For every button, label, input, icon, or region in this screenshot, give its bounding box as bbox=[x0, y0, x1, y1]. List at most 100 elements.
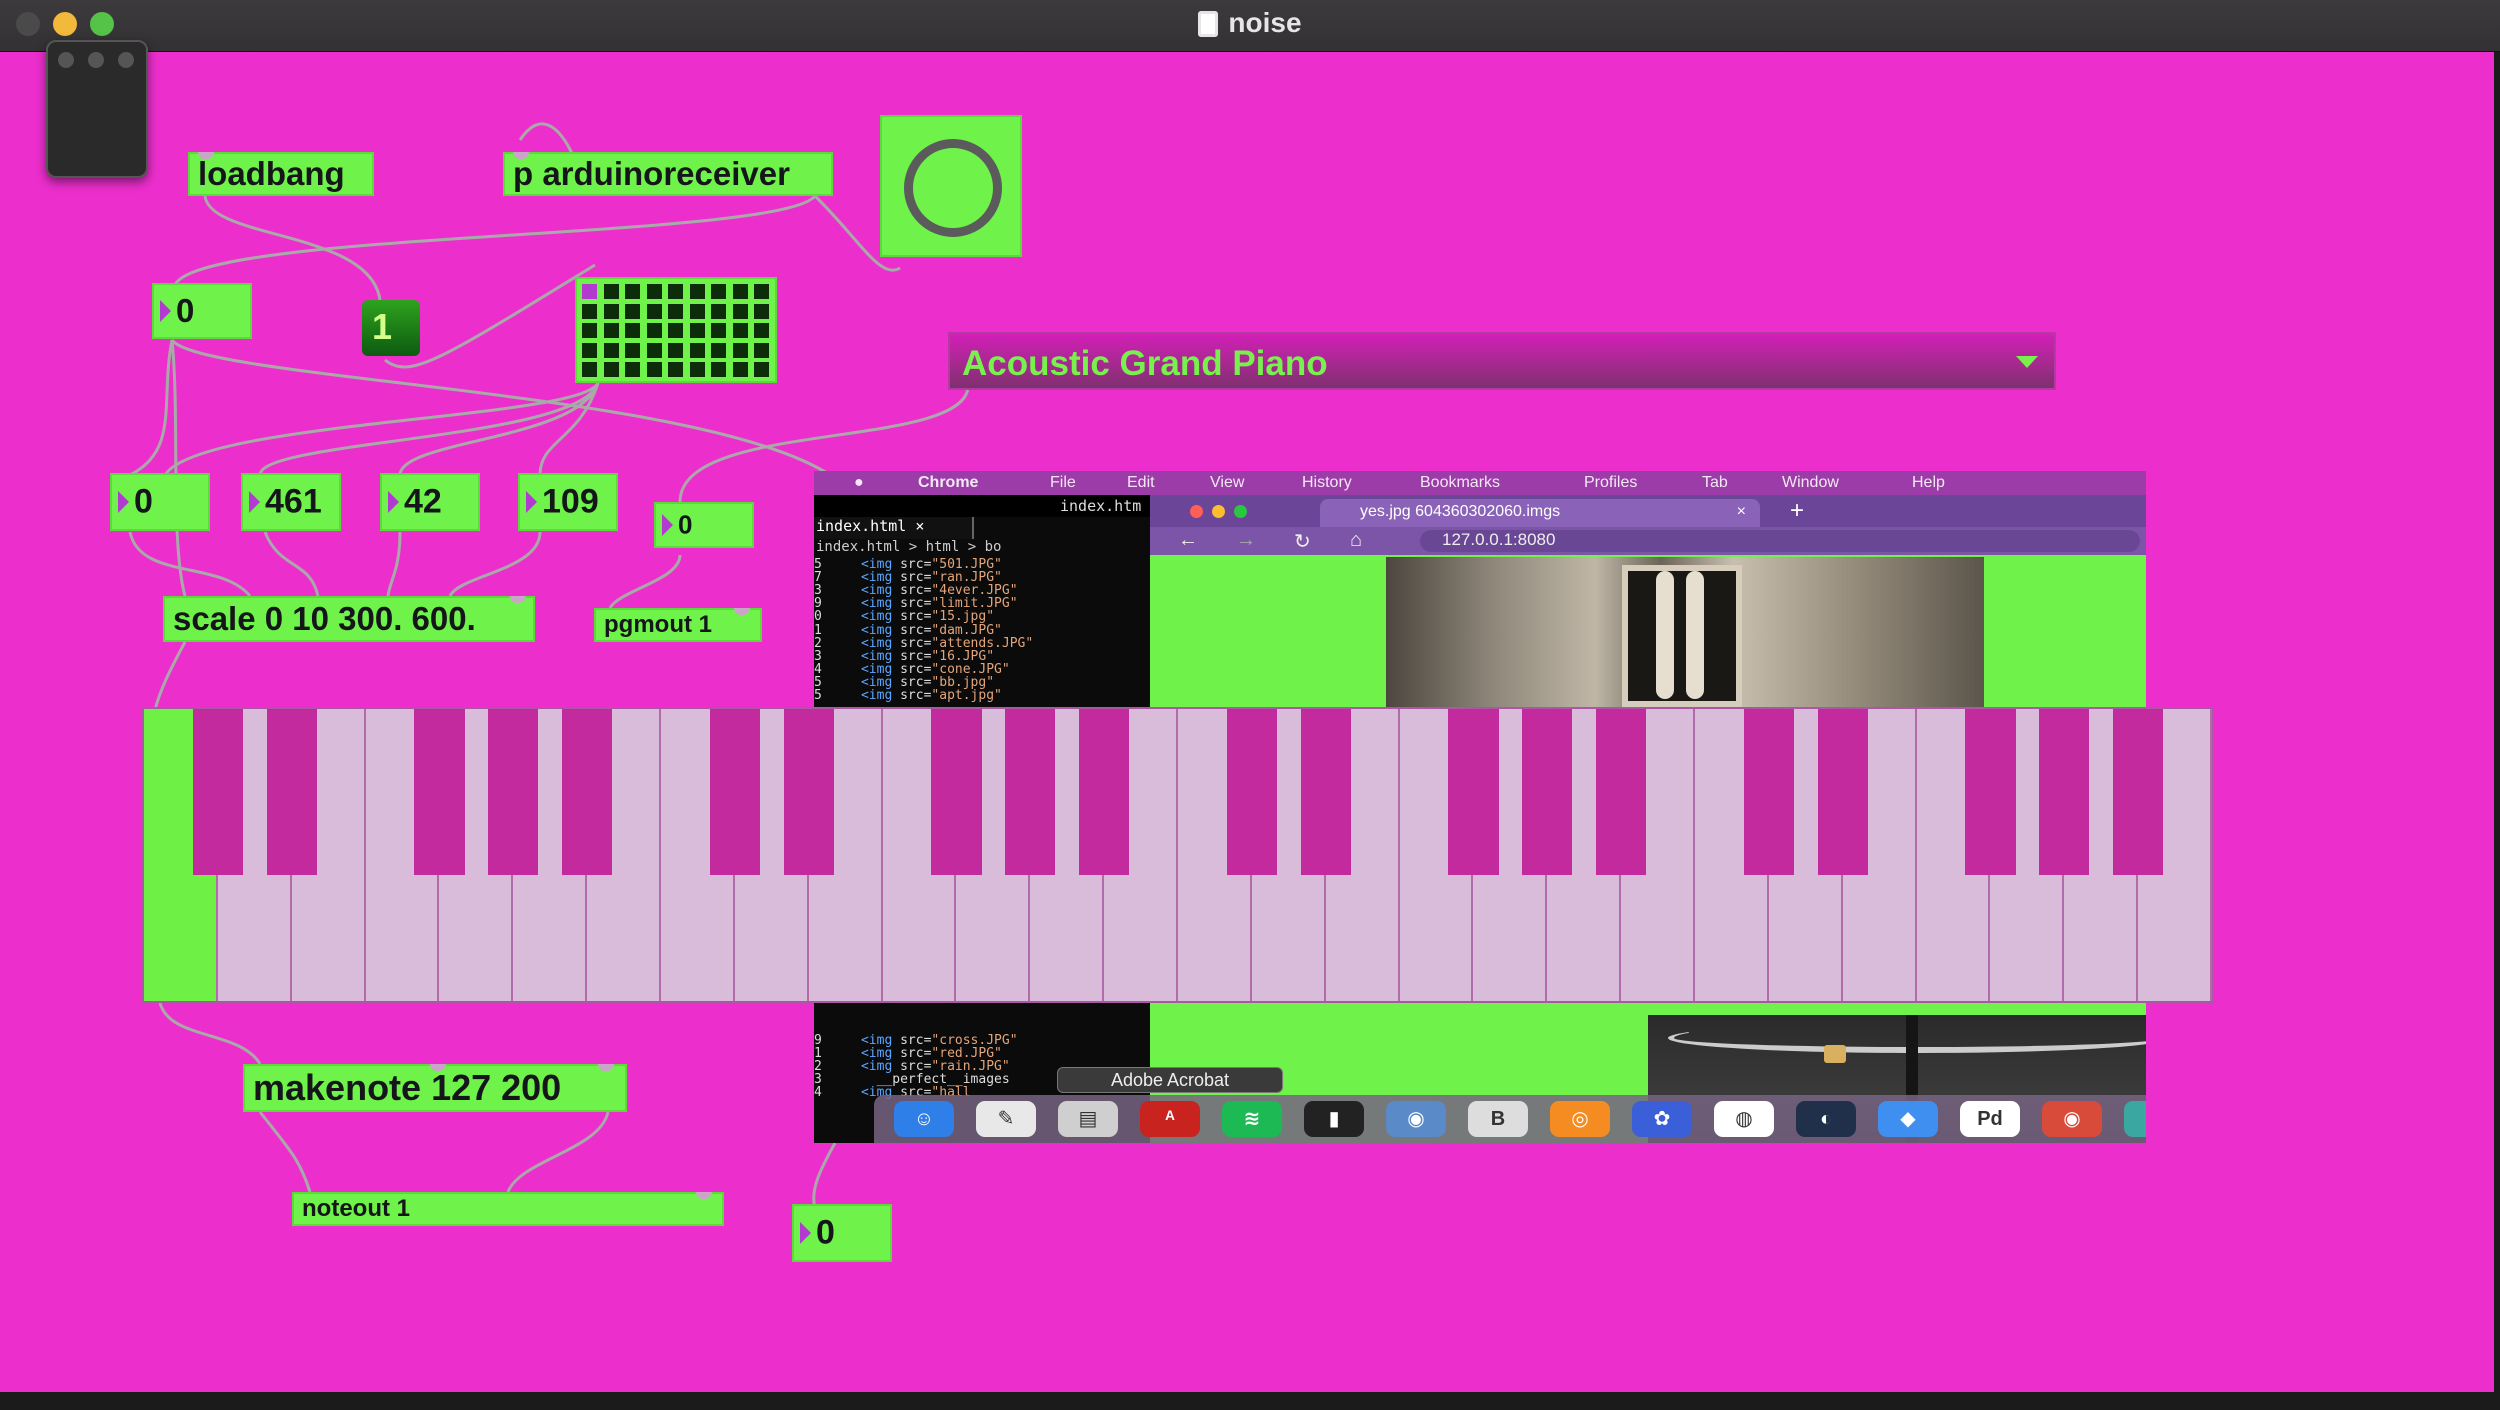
black-key[interactable] bbox=[192, 709, 243, 875]
matrix-cell[interactable] bbox=[668, 303, 683, 319]
breadcrumb-text: index.html > html > bo bbox=[816, 539, 1002, 555]
black-key[interactable] bbox=[709, 709, 760, 875]
matrix-cell[interactable] bbox=[711, 323, 726, 338]
number-box[interactable]: 0 bbox=[110, 473, 210, 531]
arduinoreceiver-subpatch[interactable]: p arduinoreceiver bbox=[503, 152, 833, 196]
matrix-cell[interactable] bbox=[711, 342, 726, 358]
matrix-cell[interactable] bbox=[668, 323, 683, 338]
black-key[interactable] bbox=[414, 709, 465, 875]
title-bar[interactable]: noise bbox=[0, 0, 2500, 52]
code-line: 5 <img src="bb.jpg" bbox=[814, 675, 1150, 690]
loadbang-label: loadbang bbox=[198, 155, 345, 192]
matrix-cell[interactable] bbox=[754, 303, 769, 319]
bang-button[interactable] bbox=[880, 115, 1022, 257]
number-box[interactable]: 42 bbox=[380, 473, 480, 531]
matrix-cell[interactable] bbox=[646, 362, 662, 377]
matrix-cell[interactable] bbox=[732, 284, 748, 299]
button-matrix[interactable] bbox=[575, 277, 777, 383]
matrix-cell[interactable] bbox=[754, 284, 769, 299]
dock-app-glyph: ▮ bbox=[1328, 1108, 1340, 1130]
matrix-cell[interactable] bbox=[582, 303, 597, 319]
black-key[interactable] bbox=[1448, 709, 1499, 875]
matrix-cell[interactable] bbox=[625, 323, 640, 338]
black-key[interactable] bbox=[1522, 709, 1573, 875]
message-one-button[interactable]: 1 bbox=[362, 300, 420, 356]
kslider-keyboard[interactable] bbox=[142, 707, 2214, 1003]
matrix-cell[interactable] bbox=[582, 323, 597, 338]
matrix-cell[interactable] bbox=[689, 323, 705, 338]
floating-mini-window[interactable] bbox=[46, 40, 148, 178]
matrix-cell[interactable] bbox=[689, 303, 705, 319]
instrument-umenu[interactable]: Acoustic Grand Piano bbox=[948, 332, 2056, 390]
matrix-cell[interactable] bbox=[754, 342, 769, 358]
menu-bookmarks: Bookmarks bbox=[1420, 474, 1501, 491]
black-key[interactable] bbox=[2039, 709, 2090, 875]
black-key[interactable] bbox=[783, 709, 834, 875]
black-key[interactable] bbox=[1226, 709, 1277, 875]
matrix-cell[interactable] bbox=[582, 362, 597, 377]
code-attr: src= bbox=[900, 688, 932, 703]
apple-icon: ● bbox=[854, 474, 864, 491]
matrix-cell[interactable] bbox=[754, 323, 769, 338]
black-key[interactable] bbox=[1817, 709, 1868, 875]
scale-object[interactable]: scale 0 10 300. 600. bbox=[163, 596, 535, 642]
black-key[interactable] bbox=[266, 709, 317, 875]
noteout-object[interactable]: noteout 1 bbox=[292, 1192, 724, 1226]
number-value: 461 bbox=[265, 482, 322, 521]
sculpture-photo bbox=[1386, 557, 1984, 707]
black-key[interactable] bbox=[1005, 709, 1056, 875]
matrix-cell[interactable] bbox=[582, 284, 597, 299]
matrix-cell[interactable] bbox=[625, 362, 640, 377]
makenote-object[interactable]: makenote 127 200 bbox=[243, 1064, 627, 1112]
matrix-cell[interactable] bbox=[711, 303, 726, 319]
black-key[interactable] bbox=[1965, 709, 2016, 875]
matrix-cell[interactable] bbox=[625, 303, 640, 319]
number-box[interactable]: 109 bbox=[518, 473, 618, 531]
number-box-top[interactable]: 0 bbox=[152, 283, 252, 339]
matrix-cell[interactable] bbox=[646, 284, 662, 299]
browser-tab-strip: yes.jpg 604360302060.imgs × + bbox=[1150, 495, 2146, 527]
black-key[interactable] bbox=[2113, 709, 2164, 875]
black-key[interactable] bbox=[562, 709, 613, 875]
black-key[interactable] bbox=[931, 709, 982, 875]
matrix-cell[interactable] bbox=[732, 303, 748, 319]
matrix-cell[interactable] bbox=[582, 342, 597, 358]
number-box-bottom[interactable]: 0 bbox=[792, 1204, 892, 1262]
black-key[interactable] bbox=[1079, 709, 1130, 875]
black-key[interactable] bbox=[1743, 709, 1794, 875]
matrix-cell[interactable] bbox=[668, 284, 683, 299]
matrix-cell[interactable] bbox=[732, 323, 748, 338]
matrix-cell[interactable] bbox=[732, 362, 748, 377]
matrix-cell[interactable] bbox=[711, 284, 726, 299]
matrix-cell[interactable] bbox=[732, 342, 748, 358]
matrix-cell[interactable] bbox=[646, 342, 662, 358]
loadbang-object[interactable]: loadbang bbox=[188, 152, 374, 196]
matrix-cell[interactable] bbox=[646, 303, 662, 319]
matrix-cell[interactable] bbox=[711, 362, 726, 377]
matrix-cell[interactable] bbox=[689, 362, 705, 377]
black-key[interactable] bbox=[1596, 709, 1647, 875]
dock-app-icon: ☺ bbox=[894, 1101, 954, 1137]
black-key[interactable] bbox=[1300, 709, 1351, 875]
matrix-cell[interactable] bbox=[625, 284, 640, 299]
matrix-cell[interactable] bbox=[625, 342, 640, 358]
menu-file: File bbox=[1050, 474, 1076, 491]
matrix-cell[interactable] bbox=[603, 362, 619, 377]
matrix-cell[interactable] bbox=[754, 362, 769, 377]
window-title-text: noise bbox=[1228, 7, 1302, 38]
matrix-cell[interactable] bbox=[689, 284, 705, 299]
black-key[interactable] bbox=[488, 709, 539, 875]
code-line: 7 <img src="ran.JPG" bbox=[814, 570, 1150, 585]
matrix-cell[interactable] bbox=[603, 323, 619, 338]
matrix-cell[interactable] bbox=[603, 284, 619, 299]
matrix-cell[interactable] bbox=[646, 323, 662, 338]
matrix-cell[interactable] bbox=[668, 362, 683, 377]
code-line: 1 <img src="dam.JPG" bbox=[814, 623, 1150, 638]
matrix-cell[interactable] bbox=[603, 342, 619, 358]
mini-window-dot bbox=[118, 52, 134, 68]
matrix-cell[interactable] bbox=[603, 303, 619, 319]
number-box[interactable]: 461 bbox=[241, 473, 341, 531]
matrix-cell[interactable] bbox=[689, 342, 705, 358]
program-number-box[interactable]: 0 bbox=[654, 502, 754, 548]
matrix-cell[interactable] bbox=[668, 342, 683, 358]
